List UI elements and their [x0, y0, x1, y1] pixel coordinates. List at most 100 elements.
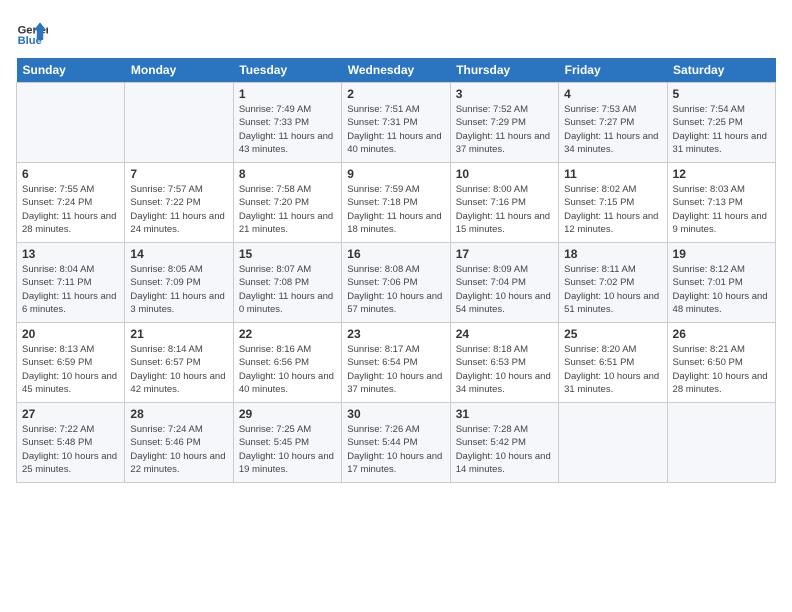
day-info: Sunrise: 7:25 AM Sunset: 5:45 PM Dayligh…: [239, 423, 336, 476]
day-info: Sunrise: 7:49 AM Sunset: 7:33 PM Dayligh…: [239, 103, 336, 156]
day-cell: 26 Sunrise: 8:21 AM Sunset: 6:50 PM Dayli…: [667, 323, 775, 403]
day-number: 17: [456, 247, 553, 261]
week-row-3: 13Sunrise: 8:04 AM Sunset: 7:11 PM Dayli…: [17, 243, 776, 323]
day-info: Sunrise: 8:09 AM Sunset: 7:04 PM Dayligh…: [456, 263, 553, 316]
weekday-header-monday: Monday: [125, 58, 233, 83]
weekday-header-saturday: Saturday: [667, 58, 775, 83]
day-cell: 16 Sunrise: 8:08 AM Sunset: 7:06 PM Dayli…: [342, 243, 450, 323]
day-cell: [125, 83, 233, 163]
day-number: 20: [22, 327, 119, 341]
day-number: 11: [564, 167, 661, 181]
day-info: Sunrise: 8:02 AM Sunset: 7:15 PM Dayligh…: [564, 183, 661, 236]
day-info: Sunrise: 8:08 AM Sunset: 7:06 PM Dayligh…: [347, 263, 444, 316]
day-cell: 14 Sunrise: 8:05 AM Sunset: 7:09 PM Dayli…: [125, 243, 233, 323]
day-cell: [667, 403, 775, 483]
day-info: Sunrise: 8:21 AM Sunset: 6:50 PM Dayligh…: [673, 343, 770, 396]
day-info: Sunrise: 8:12 AM Sunset: 7:01 PM Dayligh…: [673, 263, 770, 316]
day-info: Sunrise: 7:54 AM Sunset: 7:25 PM Dayligh…: [673, 103, 770, 156]
day-cell: 30 Sunrise: 7:26 AM Sunset: 5:44 PM Dayli…: [342, 403, 450, 483]
logo: General Blue: [16, 16, 52, 48]
day-number: 1: [239, 87, 336, 101]
day-number: 21: [130, 327, 227, 341]
day-cell: 13Sunrise: 8:04 AM Sunset: 7:11 PM Dayli…: [17, 243, 125, 323]
day-info: Sunrise: 7:57 AM Sunset: 7:22 PM Dayligh…: [130, 183, 227, 236]
weekday-header-thursday: Thursday: [450, 58, 558, 83]
day-number: 18: [564, 247, 661, 261]
day-cell: 27 Sunrise: 7:22 AM Sunset: 5:48 PM Dayli…: [17, 403, 125, 483]
day-cell: 15 Sunrise: 8:07 AM Sunset: 7:08 PM Dayli…: [233, 243, 341, 323]
day-number: 26: [673, 327, 770, 341]
day-info: Sunrise: 8:11 AM Sunset: 7:02 PM Dayligh…: [564, 263, 661, 316]
day-info: Sunrise: 7:53 AM Sunset: 7:27 PM Dayligh…: [564, 103, 661, 156]
day-cell: [17, 83, 125, 163]
logo-icon: General Blue: [16, 16, 48, 48]
day-info: Sunrise: 8:07 AM Sunset: 7:08 PM Dayligh…: [239, 263, 336, 316]
day-cell: 18 Sunrise: 8:11 AM Sunset: 7:02 PM Dayli…: [559, 243, 667, 323]
day-info: Sunrise: 7:26 AM Sunset: 5:44 PM Dayligh…: [347, 423, 444, 476]
day-cell: 25Sunrise: 8:20 AM Sunset: 6:51 PM Dayli…: [559, 323, 667, 403]
day-info: Sunrise: 8:03 AM Sunset: 7:13 PM Dayligh…: [673, 183, 770, 236]
weekday-header-tuesday: Tuesday: [233, 58, 341, 83]
day-info: Sunrise: 7:24 AM Sunset: 5:46 PM Dayligh…: [130, 423, 227, 476]
day-number: 9: [347, 167, 444, 181]
day-info: Sunrise: 8:17 AM Sunset: 6:54 PM Dayligh…: [347, 343, 444, 396]
day-info: Sunrise: 8:14 AM Sunset: 6:57 PM Dayligh…: [130, 343, 227, 396]
calendar-table: SundayMondayTuesdayWednesdayThursdayFrid…: [16, 58, 776, 483]
day-number: 29: [239, 407, 336, 421]
day-cell: 3Sunrise: 7:52 AM Sunset: 7:29 PM Daylig…: [450, 83, 558, 163]
day-info: Sunrise: 7:22 AM Sunset: 5:48 PM Dayligh…: [22, 423, 119, 476]
day-number: 22: [239, 327, 336, 341]
day-cell: 8Sunrise: 7:58 AM Sunset: 7:20 PM Daylig…: [233, 163, 341, 243]
day-number: 13: [22, 247, 119, 261]
day-cell: 28 Sunrise: 7:24 AM Sunset: 5:46 PM Dayli…: [125, 403, 233, 483]
day-number: 10: [456, 167, 553, 181]
day-info: Sunrise: 8:16 AM Sunset: 6:56 PM Dayligh…: [239, 343, 336, 396]
weekday-header-row: SundayMondayTuesdayWednesdayThursdayFrid…: [17, 58, 776, 83]
day-info: Sunrise: 8:00 AM Sunset: 7:16 PM Dayligh…: [456, 183, 553, 236]
day-number: 12: [673, 167, 770, 181]
day-cell: 21 Sunrise: 8:14 AM Sunset: 6:57 PM Dayli…: [125, 323, 233, 403]
day-number: 4: [564, 87, 661, 101]
day-cell: 12 Sunrise: 8:03 AM Sunset: 7:13 PM Dayli…: [667, 163, 775, 243]
day-cell: 23Sunrise: 8:17 AM Sunset: 6:54 PM Dayli…: [342, 323, 450, 403]
day-info: Sunrise: 7:58 AM Sunset: 7:20 PM Dayligh…: [239, 183, 336, 236]
day-number: 14: [130, 247, 227, 261]
week-row-5: 27 Sunrise: 7:22 AM Sunset: 5:48 PM Dayli…: [17, 403, 776, 483]
day-number: 19: [673, 247, 770, 261]
day-number: 28: [130, 407, 227, 421]
day-cell: 22 Sunrise: 8:16 AM Sunset: 6:56 PM Dayli…: [233, 323, 341, 403]
day-number: 30: [347, 407, 444, 421]
weekday-header-wednesday: Wednesday: [342, 58, 450, 83]
week-row-1: 1 Sunrise: 7:49 AM Sunset: 7:33 PM Daylig…: [17, 83, 776, 163]
weekday-header-sunday: Sunday: [17, 58, 125, 83]
day-number: 27: [22, 407, 119, 421]
day-number: 15: [239, 247, 336, 261]
day-info: Sunrise: 7:52 AM Sunset: 7:29 PM Dayligh…: [456, 103, 553, 156]
day-cell: 29 Sunrise: 7:25 AM Sunset: 5:45 PM Dayli…: [233, 403, 341, 483]
day-cell: 11 Sunrise: 8:02 AM Sunset: 7:15 PM Dayli…: [559, 163, 667, 243]
day-number: 7: [130, 167, 227, 181]
day-cell: 7 Sunrise: 7:57 AM Sunset: 7:22 PM Daylig…: [125, 163, 233, 243]
day-cell: 1 Sunrise: 7:49 AM Sunset: 7:33 PM Daylig…: [233, 83, 341, 163]
day-number: 16: [347, 247, 444, 261]
day-number: 6: [22, 167, 119, 181]
day-info: Sunrise: 7:28 AM Sunset: 5:42 PM Dayligh…: [456, 423, 553, 476]
day-cell: 6 Sunrise: 7:55 AM Sunset: 7:24 PM Daylig…: [17, 163, 125, 243]
day-cell: 2 Sunrise: 7:51 AM Sunset: 7:31 PM Daylig…: [342, 83, 450, 163]
day-number: 31: [456, 407, 553, 421]
day-info: Sunrise: 8:05 AM Sunset: 7:09 PM Dayligh…: [130, 263, 227, 316]
day-cell: 24Sunrise: 8:18 AM Sunset: 6:53 PM Dayli…: [450, 323, 558, 403]
day-number: 2: [347, 87, 444, 101]
day-cell: 5Sunrise: 7:54 AM Sunset: 7:25 PM Daylig…: [667, 83, 775, 163]
day-info: Sunrise: 8:18 AM Sunset: 6:53 PM Dayligh…: [456, 343, 553, 396]
day-info: Sunrise: 7:55 AM Sunset: 7:24 PM Dayligh…: [22, 183, 119, 236]
day-info: Sunrise: 7:59 AM Sunset: 7:18 PM Dayligh…: [347, 183, 444, 236]
day-cell: 4 Sunrise: 7:53 AM Sunset: 7:27 PM Daylig…: [559, 83, 667, 163]
day-cell: 20 Sunrise: 8:13 AM Sunset: 6:59 PM Dayli…: [17, 323, 125, 403]
day-info: Sunrise: 8:20 AM Sunset: 6:51 PM Dayligh…: [564, 343, 661, 396]
day-info: Sunrise: 8:13 AM Sunset: 6:59 PM Dayligh…: [22, 343, 119, 396]
day-cell: 10 Sunrise: 8:00 AM Sunset: 7:16 PM Dayli…: [450, 163, 558, 243]
weekday-header-friday: Friday: [559, 58, 667, 83]
day-info: Sunrise: 7:51 AM Sunset: 7:31 PM Dayligh…: [347, 103, 444, 156]
day-cell: [559, 403, 667, 483]
